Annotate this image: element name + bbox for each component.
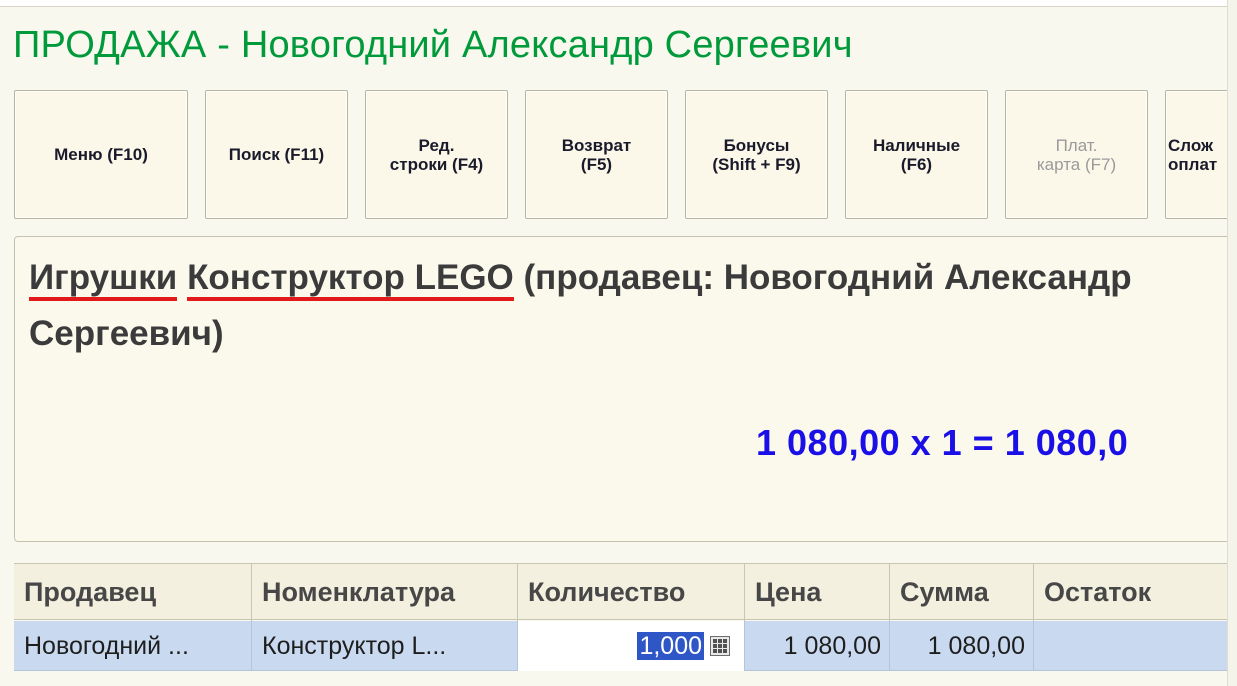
- item-category: Игрушки: [29, 258, 178, 301]
- edit-line-button[interactable]: Ред. строки (F4): [365, 90, 508, 219]
- search-button-label: Поиск (F11): [228, 145, 325, 164]
- price-calculation: 1 080,00 x 1 = 1 080,0: [756, 422, 1129, 463]
- quantity-input[interactable]: 1,000: [518, 621, 706, 671]
- cash-button-label: Наличные (F6): [872, 135, 961, 174]
- column-header-product[interactable]: Номенклатура: [252, 564, 518, 621]
- column-header-quantity[interactable]: Количество: [518, 564, 745, 621]
- column-header-stock[interactable]: Остаток: [1034, 564, 1237, 621]
- card-payment-button[interactable]: Плат. карта (F7): [1005, 90, 1148, 219]
- column-header-price[interactable]: Цена: [745, 564, 890, 621]
- form-title: ПРОДАЖА - Новогодний Александр Сергеевич: [13, 24, 853, 66]
- table-row[interactable]: Новогодний ... Конструктор L... 1,000 1 …: [14, 621, 1237, 671]
- window-top-edge: [0, 0, 1237, 7]
- return-button[interactable]: Возврат (F5): [525, 90, 668, 219]
- item-product: Конструктор LEGO: [187, 258, 514, 301]
- quantity-value: 1,000: [637, 632, 704, 660]
- bonuses-button[interactable]: Бонусы (Shift + F9): [685, 90, 828, 219]
- cell-product[interactable]: Конструктор L...: [252, 621, 518, 671]
- right-edge-strip: [1227, 0, 1237, 686]
- calculator-icon[interactable]: [710, 636, 730, 656]
- menu-button-label: Меню (F10): [54, 145, 148, 164]
- edit-line-button-label: Ред. строки (F4): [389, 135, 484, 174]
- column-header-sum[interactable]: Сумма: [890, 564, 1034, 621]
- cell-sum[interactable]: 1 080,00: [890, 621, 1034, 671]
- cell-quantity[interactable]: 1,000: [518, 621, 745, 671]
- cell-price[interactable]: 1 080,00: [745, 621, 890, 671]
- search-button[interactable]: Поиск (F11): [205, 90, 348, 219]
- bonuses-button-label: Бонусы (Shift + F9): [712, 135, 801, 174]
- current-item-description: Игрушки Конструктор LEGO (продавец: Ново…: [29, 250, 1199, 362]
- column-header-seller[interactable]: Продавец: [14, 564, 252, 621]
- table-header: Продавец Номенклатура Количество Цена Су…: [14, 563, 1237, 621]
- complex-payment-button-label: Слож оплат: [1168, 135, 1218, 174]
- cash-button[interactable]: Наличные (F6): [845, 90, 988, 219]
- card-payment-button-label: Плат. карта (F7): [1036, 135, 1117, 174]
- cell-stock[interactable]: [1034, 621, 1237, 671]
- sale-form: ПРОДАЖА - Новогодний Александр Сергеевич…: [0, 0, 1237, 686]
- return-button-label: Возврат (F5): [561, 135, 632, 174]
- menu-button[interactable]: Меню (F10): [14, 90, 188, 219]
- cell-seller[interactable]: Новогодний ...: [14, 621, 252, 671]
